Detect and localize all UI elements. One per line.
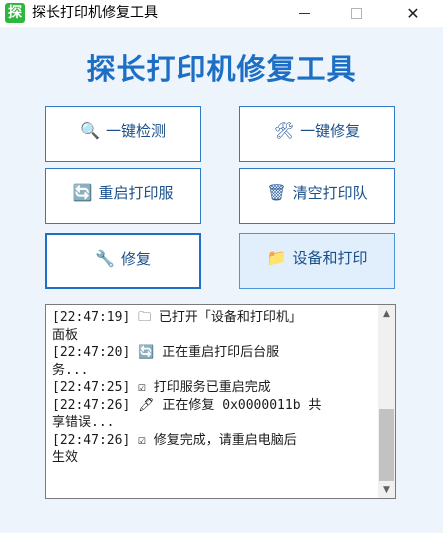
scroll-up-button[interactable]: ▲	[378, 305, 395, 322]
log-line: [22:47:19] 🗀 已打开「设备和打印机」	[52, 310, 302, 325]
button-label: 设备和打印	[292, 249, 368, 267]
log-line: 务...	[52, 362, 89, 378]
log-line: [22:47:26] 🖊 正在修复 0x0000011b 共	[52, 397, 322, 413]
button-label: 清空打印队	[292, 184, 368, 202]
close-button[interactable]: ✕	[390, 0, 436, 27]
log-content: [22:47:19] 🗀 已打开「设备和打印机」 面板 [22:47:20] 🔄…	[52, 309, 372, 467]
page-title: 探长打印机修复工具	[86, 52, 357, 86]
repair-button[interactable]: 🔧 修复	[45, 233, 201, 289]
clear-print-queue-button[interactable]: 🗑 清空打印队	[239, 168, 395, 224]
button-label: 修复	[120, 250, 151, 268]
quick-detect-button[interactable]: 🔍 一键检测	[45, 106, 201, 162]
quick-repair-button[interactable]: 🛠 一键修复	[239, 106, 395, 162]
scroll-thumb[interactable]	[379, 409, 394, 481]
log-line: 面板	[52, 327, 79, 343]
minimize-button[interactable]	[281, 0, 327, 27]
restart-print-service-button[interactable]: 🔄 重启打印服	[45, 168, 201, 224]
button-label: 重启打印服	[98, 184, 174, 202]
log-textarea[interactable]: [22:47:19] 🗀 已打开「设备和打印机」 面板 [22:47:20] 🔄…	[45, 304, 396, 499]
log-line: 生效	[52, 450, 79, 465]
button-label: 一键检测	[105, 122, 166, 140]
folder-icon: 📁	[266, 248, 287, 267]
search-icon: 🔍	[80, 121, 100, 140]
log-line: [22:47:25] ☑ 打印服务已重启完成	[52, 380, 271, 395]
app-icon: 探	[5, 3, 25, 23]
button-label: 一键修复	[300, 122, 361, 140]
log-line: 享错误...	[52, 415, 115, 430]
window-title: 探长打印机修复工具	[32, 5, 158, 21]
window-titlebar[interactable]: 探 探长打印机修复工具 ✕	[0, 0, 443, 27]
trash-icon: 🗑	[266, 183, 287, 202]
wrench-icon: 🔧	[95, 249, 115, 268]
maximize-button[interactable]	[333, 0, 379, 27]
log-line: [22:47:26] ☑ 修复完成，请重启电脑后	[52, 432, 297, 448]
log-line: [22:47:20] 🔄 正在重启打印后台服	[52, 345, 280, 360]
refresh-icon: 🔄	[72, 183, 93, 202]
scroll-down-button[interactable]: ▼	[378, 481, 395, 498]
minimize-icon	[298, 13, 310, 14]
tools-icon: 🛠	[273, 121, 295, 140]
arrow-down-icon: ▼	[383, 484, 390, 495]
devices-and-printers-button[interactable]: 📁 设备和打印	[239, 233, 395, 289]
log-scrollbar[interactable]: ▲ ▼	[378, 305, 395, 498]
maximize-icon	[350, 8, 362, 19]
arrow-up-icon: ▲	[383, 308, 390, 319]
close-icon: ✕	[406, 4, 420, 23]
